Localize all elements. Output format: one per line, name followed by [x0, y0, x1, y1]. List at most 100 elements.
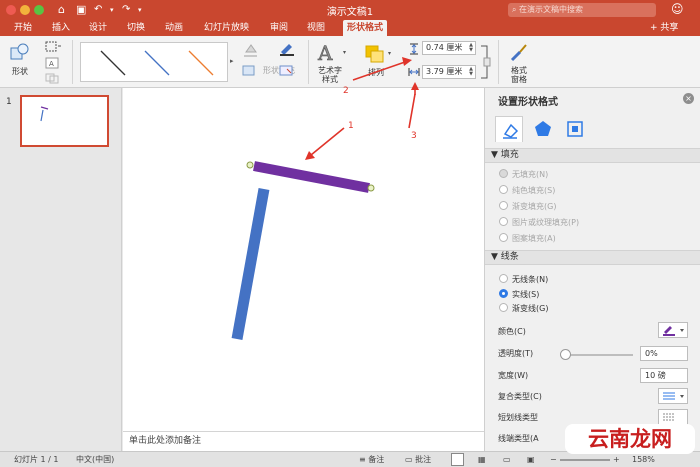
notes-pane[interactable]: 单击此处添加备注: [123, 431, 484, 451]
gallery-more-icon[interactable]: ▸: [230, 57, 234, 65]
shape-height-input[interactable]: 0.74 厘米 ▲ ▼: [422, 41, 476, 55]
shapes-icon[interactable]: [9, 42, 31, 62]
zoom-out-icon[interactable]: −: [550, 452, 557, 467]
compound-lines-icon: [663, 392, 684, 400]
textbox-icon[interactable]: A: [44, 56, 62, 70]
edit-shape-icon[interactable]: [44, 40, 62, 54]
annotation-arrow: [408, 93, 416, 129]
line-color-picker[interactable]: [658, 322, 688, 338]
window-controls: [6, 5, 44, 15]
radio-button: [499, 233, 508, 242]
radio-button: [499, 169, 508, 178]
fill-option-pattern[interactable]: 图案填充(A): [499, 233, 556, 245]
slide-canvas[interactable]: 13: [123, 88, 484, 431]
annotation-arrow: [310, 127, 345, 156]
width-stepper-icon[interactable]: ▲ ▼: [469, 67, 473, 77]
share-button[interactable]: + 共享: [650, 21, 678, 35]
shape-effects-icon[interactable]: [241, 64, 259, 78]
blue-line-shape: [231, 188, 270, 340]
line-option-label: 渐变线(G): [512, 304, 549, 313]
shape-effect-icon[interactable]: [277, 64, 299, 78]
zoom-level[interactable]: 158%: [632, 452, 655, 467]
fill-line-tab[interactable]: [495, 116, 523, 142]
transparency-label: 透明度(T): [498, 349, 534, 358]
close-pane-icon[interactable]: ×: [683, 93, 694, 104]
wordart-icon[interactable]: A: [316, 40, 340, 66]
redo-icon[interactable]: ↷: [122, 3, 130, 17]
tab-view[interactable]: 视图: [307, 20, 325, 36]
dash-lines-icon: [663, 413, 675, 421]
undo-dropdown-icon[interactable]: ▾: [110, 3, 114, 17]
notes-toggle-button[interactable]: ≡ 备注: [359, 452, 384, 467]
normal-view-icon[interactable]: [451, 453, 464, 466]
dash-type-dropdown[interactable]: [658, 409, 688, 425]
fill-section-header[interactable]: ▼ 填充: [485, 148, 700, 163]
customize-toolbar-icon[interactable]: ▾: [138, 3, 142, 17]
shape-outline-icon[interactable]: [277, 41, 299, 57]
transparency-slider-thumb[interactable]: [560, 349, 571, 360]
tab-design[interactable]: 设计: [89, 20, 107, 36]
effects-tab[interactable]: [529, 116, 557, 142]
transparency-slider-track[interactable]: [563, 354, 633, 356]
tab-slideshow[interactable]: 幻灯片放映: [204, 20, 249, 36]
tab-animations[interactable]: 动画: [165, 20, 183, 36]
shape-style-previews: [100, 50, 214, 76]
search-input[interactable]: ⌕ 在演示文稿中搜索: [508, 3, 656, 17]
color-label: 颜色(C): [498, 327, 526, 336]
title-bar: ⌂ ▣ ↶ ▾ ↷ ▾ 演示文稿1 ⌕ 在演示文稿中搜索 ☺: [0, 0, 700, 20]
tab-review[interactable]: 审阅: [270, 20, 288, 36]
shapes-label: 形状: [12, 67, 28, 76]
undo-icon[interactable]: ↶: [94, 3, 102, 17]
fill-option-picture[interactable]: 图片或纹理填充(P): [499, 217, 579, 229]
lock-aspect-bracket-icon[interactable]: [479, 44, 491, 80]
arrange-icon[interactable]: [364, 44, 388, 66]
line-option-none[interactable]: 无线条(N): [499, 274, 548, 286]
slideshow-view-icon[interactable]: ▣: [527, 452, 535, 467]
size-properties-tab[interactable]: [561, 116, 589, 142]
slide-sorter-icon[interactable]: ▦: [478, 452, 486, 467]
compound-type-dropdown[interactable]: [658, 388, 688, 404]
annotation-number: 1: [348, 121, 354, 131]
maximize-window-button[interactable]: [34, 5, 44, 15]
line-option-gradient[interactable]: 渐变线(G): [499, 303, 548, 315]
save-icon[interactable]: ▣: [76, 3, 86, 17]
fill-option-solid[interactable]: 纯色填充(S): [499, 185, 555, 197]
radio-button: [499, 185, 508, 194]
svg-text:A: A: [317, 41, 333, 64]
feedback-smiley-icon[interactable]: ☺: [671, 2, 684, 16]
tab-shape-format[interactable]: 形状格式: [343, 20, 388, 36]
height-stepper-icon[interactable]: ▲ ▼: [469, 43, 473, 53]
shape-fill-icon[interactable]: [241, 42, 261, 58]
format-pane-icon[interactable]: [508, 42, 530, 64]
slide-counter: 幻灯片 1 / 1: [14, 455, 59, 464]
compound-type-label: 复合类型(C): [498, 392, 542, 401]
watermark-logo: 云南龙网: [565, 424, 695, 454]
zoom-slider[interactable]: [560, 459, 610, 461]
line-option-solid[interactable]: 实线(S): [499, 289, 539, 301]
minimize-window-button[interactable]: [20, 5, 30, 15]
fill-option-none[interactable]: 无填充(N): [499, 169, 548, 181]
fill-option-label: 无填充(N): [512, 170, 549, 179]
wordart-dropdown-icon[interactable]: ▾: [343, 49, 346, 56]
tab-transitions[interactable]: 切换: [127, 20, 145, 36]
transparency-value: 0%: [645, 349, 658, 358]
transparency-input[interactable]: 0%: [640, 346, 688, 361]
shape-style-gallery[interactable]: [80, 42, 228, 82]
dash-type-label: 短划线类型: [498, 413, 538, 422]
reading-view-icon[interactable]: ▭: [503, 452, 511, 467]
tab-insert[interactable]: 插入: [52, 20, 70, 36]
merge-shapes-icon[interactable]: [44, 72, 62, 84]
language-indicator[interactable]: 中文(中国): [76, 452, 114, 467]
close-window-button[interactable]: [6, 5, 16, 15]
home-icon[interactable]: ⌂: [58, 3, 65, 17]
line-width-input[interactable]: 10 磅: [640, 368, 688, 383]
slide-thumbnail[interactable]: [20, 95, 109, 147]
line-section-header[interactable]: ▼ 线条: [485, 250, 700, 265]
arrange-dropdown-icon[interactable]: ▾: [388, 50, 391, 57]
shape-width-input[interactable]: 3.79 厘米 ▲ ▼: [422, 65, 476, 79]
height-icon: [407, 42, 421, 56]
tab-home[interactable]: 开始: [14, 20, 32, 36]
fill-option-gradient[interactable]: 渐变填充(G): [499, 201, 556, 213]
zoom-in-icon[interactable]: +: [613, 452, 620, 467]
comments-toggle-button[interactable]: ▭ 批注: [405, 452, 431, 467]
